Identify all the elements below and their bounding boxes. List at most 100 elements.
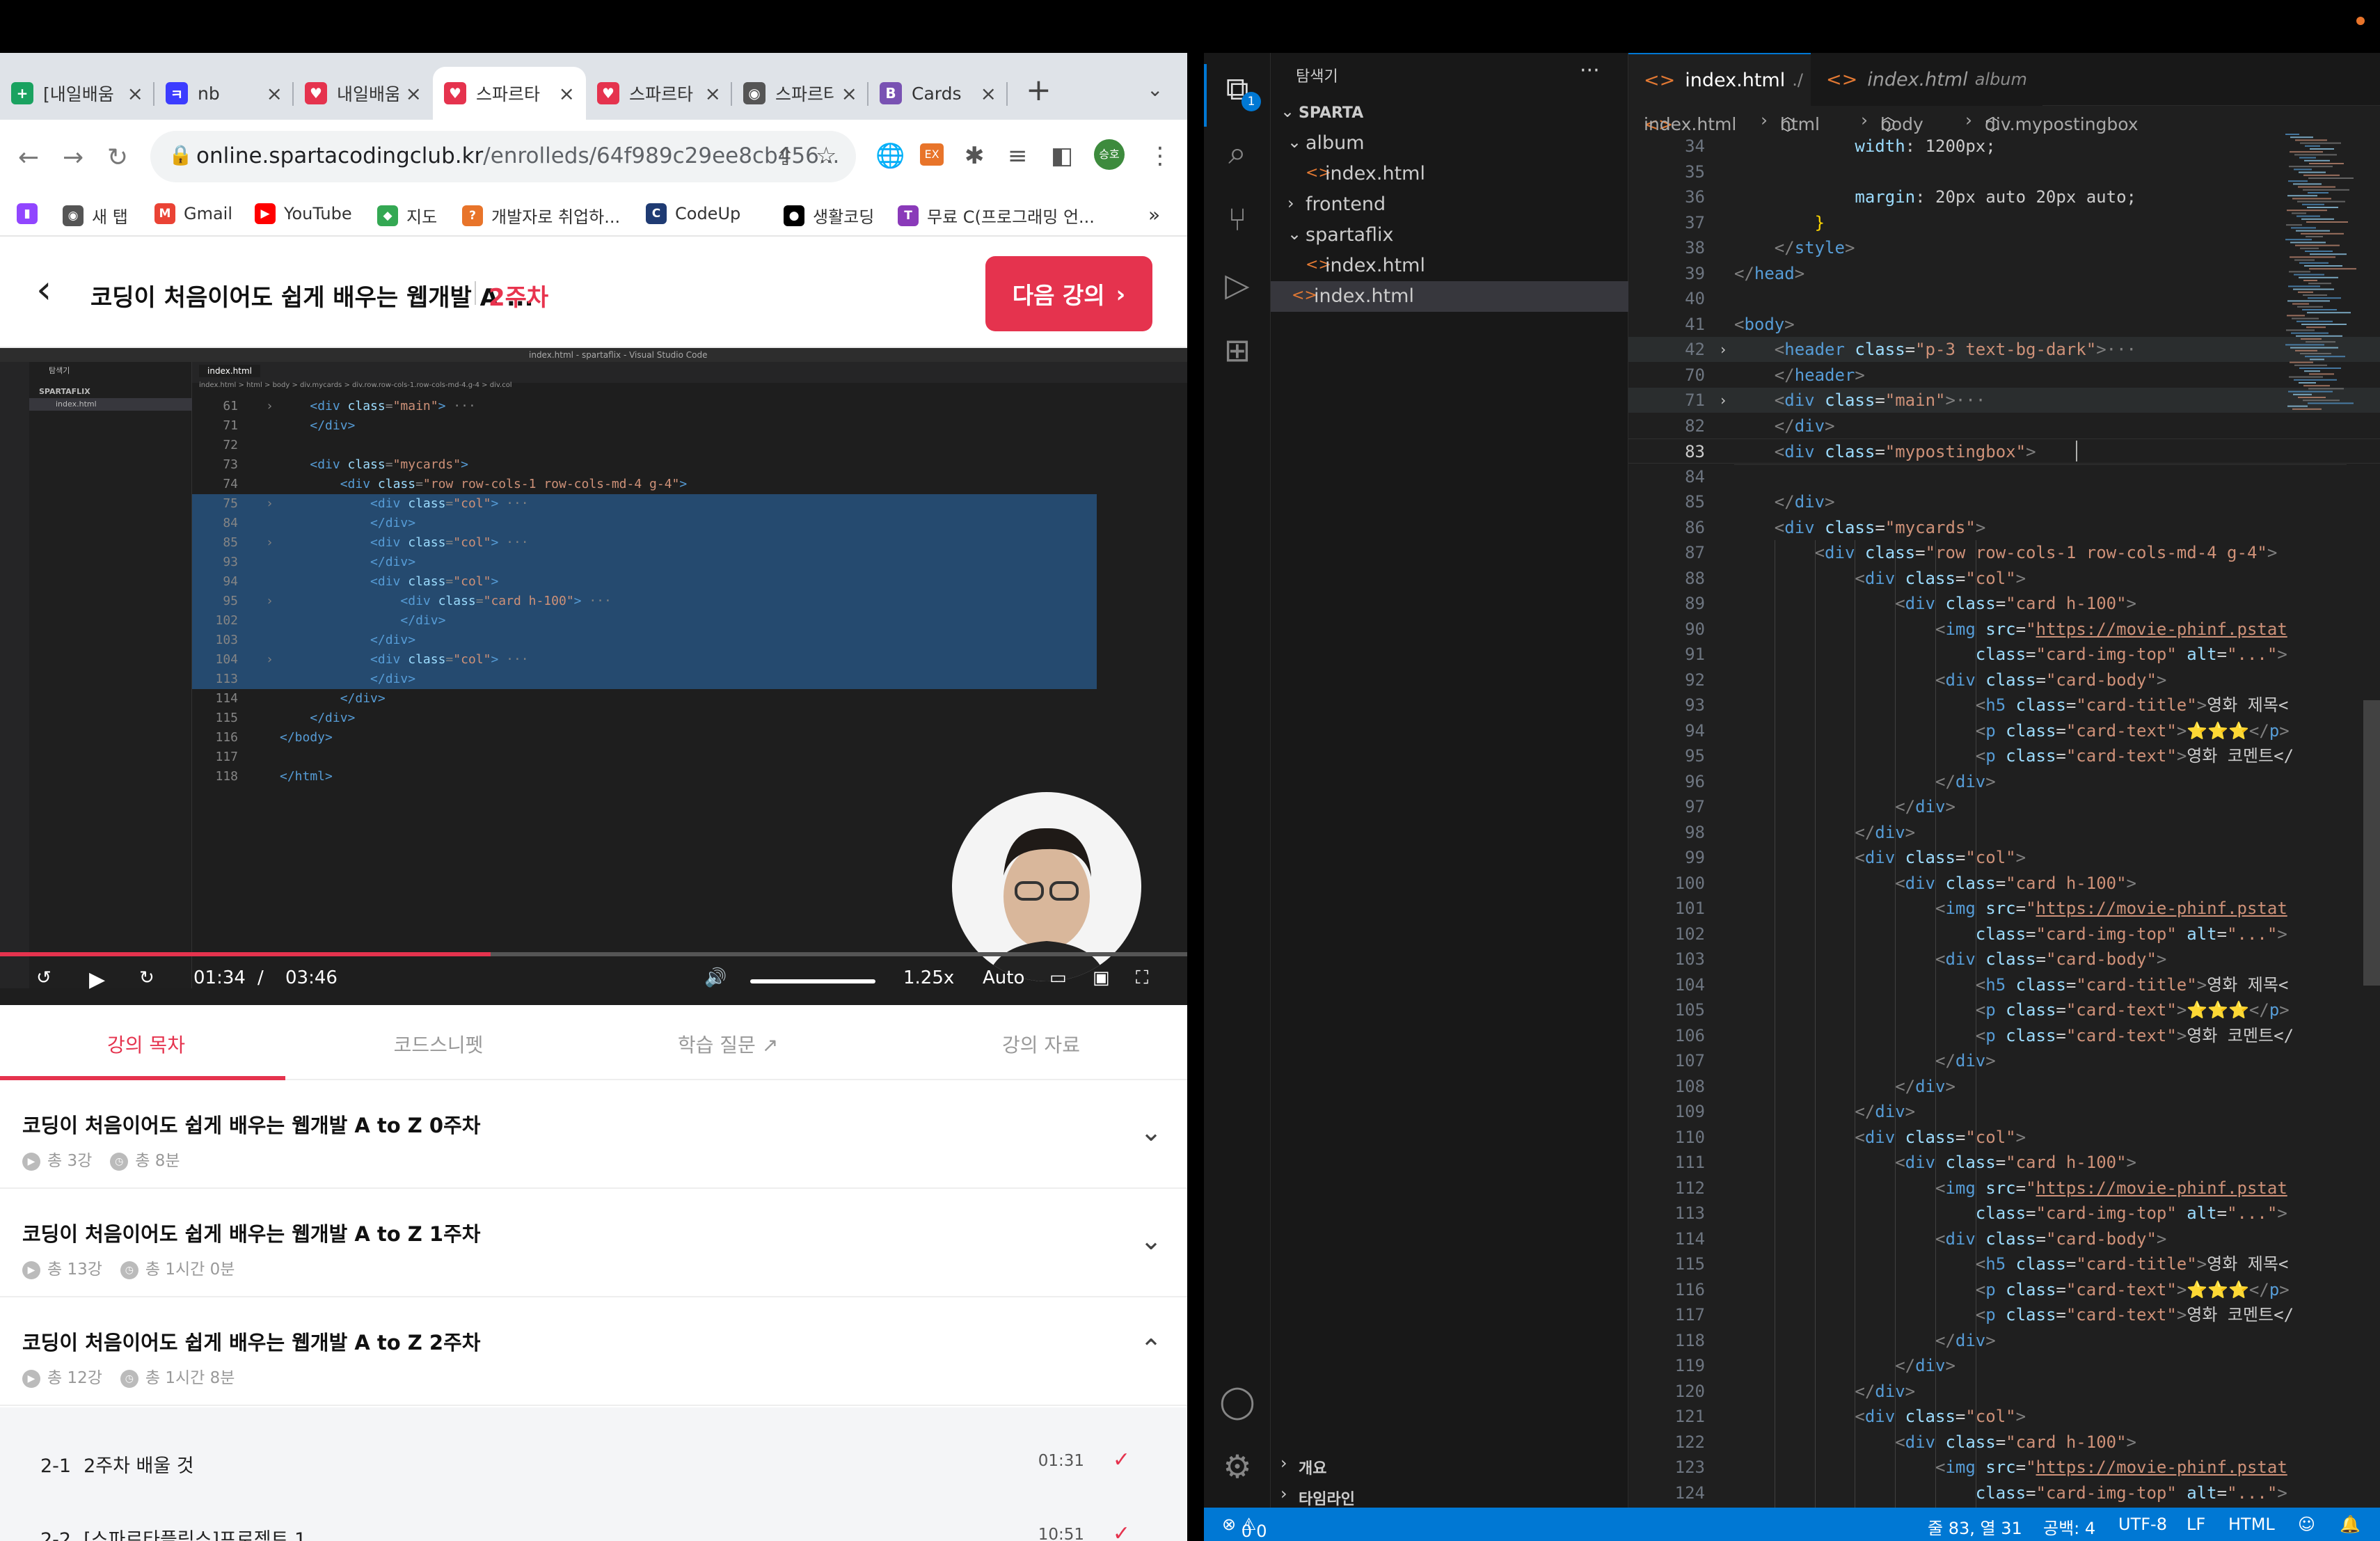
settings-gear-icon[interactable]: ⚙	[1219, 1448, 1255, 1485]
quality-setting[interactable]: Auto	[983, 967, 1024, 988]
search-icon[interactable]: ⌕	[1219, 134, 1255, 173]
week-section[interactable]: 코딩이 처음이어도 쉽게 배우는 웹개발 A to Z 1주차 ▶ 총 13강 ◷ 총 …	[0, 1190, 1187, 1297]
code-line[interactable]: 105 <p class="card-text">⭐⭐⭐</p>	[1628, 997, 2380, 1022]
bookmark-item[interactable]: ● 생활코딩	[784, 203, 874, 228]
code-line[interactable]: 84	[1628, 464, 2380, 489]
indentation[interactable]: 공백: 4	[2043, 1515, 2095, 1539]
extensions-puzzle-icon[interactable]: ✱	[965, 142, 985, 170]
bookmarks-overflow-icon[interactable]: »	[1148, 203, 1160, 226]
code-line[interactable]: 108 </div>	[1628, 1074, 2380, 1099]
code-line[interactable]: 115 <h5 class="card-title">영화 제목<	[1628, 1251, 2380, 1277]
timeline-section[interactable]: › 타임라인	[1271, 1480, 1628, 1510]
code-line[interactable]: 123 <img src="https://movie-phinf.pstat	[1628, 1455, 2380, 1480]
tree-folder[interactable]: › frontend	[1271, 189, 1628, 220]
code-line[interactable]: 117 <p class="card-text">영화 코멘트</	[1628, 1302, 2380, 1327]
browser-tab[interactable]: ◉ 스파르타 ×	[732, 67, 868, 120]
code-line[interactable]: 95 <p class="card-text">영화 코멘트</	[1628, 743, 2380, 768]
code-line[interactable]: 97 </div>	[1628, 794, 2380, 819]
cursor-position[interactable]: 줄 83, 열 31	[1928, 1515, 2022, 1539]
forward-arrow-icon[interactable]: →	[63, 143, 84, 172]
fold-chevron-icon[interactable]: ›	[1719, 337, 1727, 362]
code-line[interactable]: 87 <div class="row row-cols-1 row-cols-md…	[1628, 540, 2380, 565]
language-mode[interactable]: HTML	[2228, 1515, 2275, 1534]
tree-folder[interactable]: ⌄ spartaflix	[1271, 220, 1628, 251]
translate-icon[interactable]: 🌐	[875, 142, 905, 170]
code-line[interactable]: 91 class="card-img-top" alt="...">	[1628, 642, 2380, 667]
code-line[interactable]: 86 <div class="mycards">	[1628, 515, 2380, 540]
code-line[interactable]: 42 › <header class="p-3 text-bg-dark">···	[1628, 337, 2380, 362]
code-line[interactable]: 41 <body>	[1628, 312, 2380, 337]
reload-icon[interactable]: ↻	[107, 143, 128, 172]
tab-materials[interactable]: 강의 자료	[895, 1030, 1187, 1058]
close-tab-icon[interactable]: ×	[406, 82, 422, 105]
code-line[interactable]: 90 <img src="https://movie-phinf.pstat	[1628, 617, 2380, 642]
more-actions-icon[interactable]: ···	[1580, 58, 1600, 83]
code-line[interactable]: 40	[1628, 286, 2380, 311]
editor-tab[interactable]: <> index.html album	[1811, 53, 2042, 106]
code-line[interactable]: 83 <div class="mypostingbox">	[1628, 438, 2380, 464]
forward-10-icon[interactable]: ↻	[139, 967, 154, 988]
profile-avatar[interactable]: 승호	[1094, 139, 1125, 170]
code-line[interactable]: 112 <img src="https://movie-phinf.pstat	[1628, 1176, 2380, 1201]
code-line[interactable]: 39 </head>	[1628, 261, 2380, 286]
close-tab-icon[interactable]: ×	[127, 82, 143, 105]
rewind-10-icon[interactable]: ↺	[36, 967, 51, 988]
new-tab-icon[interactable]: +	[1026, 72, 1052, 108]
fullscreen-icon[interactable]: ⛶	[1136, 967, 1148, 989]
account-icon[interactable]: ◯	[1219, 1382, 1255, 1420]
close-tab-icon[interactable]: ×	[841, 82, 857, 105]
side-panel-icon[interactable]: ◧	[1051, 142, 1073, 170]
next-lecture-button[interactable]: 다음 강의 ›	[985, 256, 1152, 331]
code-line[interactable]: 100 <div class="card h-100">	[1628, 871, 2380, 896]
close-tab-icon[interactable]: ×	[981, 82, 997, 105]
feedback-icon[interactable]: ☺	[2298, 1515, 2315, 1534]
code-line[interactable]: 85 </div>	[1628, 489, 2380, 514]
source-control-icon[interactable]: ⑂	[1219, 200, 1255, 238]
code-line[interactable]: 82 </div>	[1628, 413, 2380, 438]
chevron-down-icon[interactable]: ⌄	[1140, 1225, 1162, 1256]
problems-status[interactable]: ⊗ 0 ⚠ 0	[1222, 1515, 1267, 1541]
bookmark-item[interactable]: M Gmail	[154, 203, 232, 224]
tab-code-snippets[interactable]: 코드스니펫	[292, 1030, 585, 1058]
code-line[interactable]: 38 </style>	[1628, 235, 2380, 260]
bookmark-item[interactable]: T 무료 C(프로그래밍 언...	[898, 203, 1095, 228]
tab-questions[interactable]: 학습 질문 ↗	[582, 1030, 874, 1058]
browser-tab[interactable]: ♥ 스파르타 ×	[433, 67, 586, 120]
code-line[interactable]: 116 <p class="card-text">⭐⭐⭐</p>	[1628, 1277, 2380, 1302]
code-line[interactable]: 104 <h5 class="card-title">영화 제목<	[1628, 972, 2380, 997]
outline-section[interactable]: › 개요	[1271, 1449, 1628, 1480]
code-line[interactable]: 96 </div>	[1628, 769, 2380, 794]
extensions-icon[interactable]: ⊞	[1219, 331, 1255, 369]
bookmark-item[interactable]: ◉ 새 탭	[63, 203, 128, 228]
browser-tab[interactable]: + [내일배움 ×	[0, 67, 154, 120]
chrome-menu-icon[interactable]: ⋮	[1148, 142, 1172, 170]
code-line[interactable]: 92 <div class="card-body">	[1628, 667, 2380, 693]
code-line[interactable]: 114 <div class="card-body">	[1628, 1226, 2380, 1251]
run-debug-icon[interactable]: ▷	[1219, 266, 1255, 303]
close-tab-icon[interactable]: ×	[705, 82, 721, 105]
lesson-item[interactable]: 2-2 [스파르타플릭스]프로젝트 1 10:51 ✓	[40, 1516, 1154, 1541]
code-line[interactable]: 103 <div class="card-body">	[1628, 947, 2380, 972]
bookmark-item[interactable]: C CodeUp	[646, 203, 740, 224]
volume-slider[interactable]	[750, 979, 875, 983]
week-section[interactable]: 코딩이 처음이어도 쉽게 배우는 웹개발 A to Z 2주차 ▶ 총 12강 ◷ 총 …	[0, 1299, 1187, 1406]
lesson-item[interactable]: 2-1 2주차 배울 것 01:31 ✓	[40, 1442, 1154, 1484]
theater-mode-icon[interactable]: ▣	[1093, 967, 1110, 988]
code-line[interactable]: 124 class="card-img-top" alt="...">	[1628, 1480, 2380, 1506]
tree-file[interactable]: <> index.html	[1271, 281, 1628, 312]
code-line[interactable]: 122 <div class="card h-100">	[1628, 1430, 2380, 1455]
minimap[interactable]	[2283, 134, 2366, 426]
close-tab-icon[interactable]: ×	[267, 82, 283, 105]
code-line[interactable]: 110 <div class="col">	[1628, 1125, 2380, 1150]
chevron-up-icon[interactable]: ⌃	[1140, 1334, 1162, 1364]
code-line[interactable]: 111 <div class="card h-100">	[1628, 1150, 2380, 1175]
address-bar[interactable]: 🔒 online.spartacodingclub.kr/enrolleds/6…	[150, 131, 856, 182]
play-icon[interactable]: ▶	[89, 967, 105, 992]
tree-root[interactable]: ⌄ SPARTA	[1271, 97, 1628, 128]
code-line[interactable]: 102 class="card-img-top" alt="...">	[1628, 922, 2380, 947]
code-line[interactable]: 71 › <div class="main">···	[1628, 388, 2380, 413]
code-line[interactable]: 109 </div>	[1628, 1099, 2380, 1124]
code-line[interactable]: 94 <p class="card-text">⭐⭐⭐</p>	[1628, 718, 2380, 743]
share-icon[interactable]: ⇪	[775, 143, 795, 171]
notifications-bell-icon[interactable]: 🔔	[2340, 1515, 2361, 1534]
